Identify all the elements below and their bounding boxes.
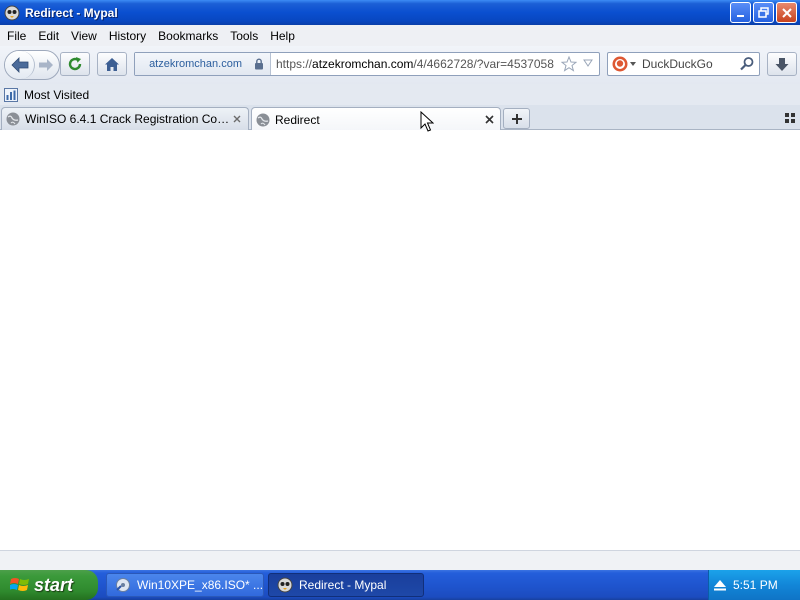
window-controls (730, 2, 797, 23)
minimize-icon (736, 14, 744, 17)
bookmark-star-icon[interactable] (561, 56, 577, 72)
mypal-app-icon (277, 577, 293, 593)
plus-icon (511, 113, 522, 124)
site-identity-button[interactable]: atzekromchan.com (135, 53, 271, 75)
restore-icon (758, 7, 769, 18)
windows-logo-icon (10, 578, 29, 591)
url-text[interactable]: https://atzekromchan.com/4/4662728/?var=… (276, 57, 554, 71)
close-icon (781, 7, 792, 18)
close-icon (233, 115, 241, 123)
restore-button[interactable] (753, 2, 774, 23)
chevron-down-icon (630, 62, 636, 66)
tab-winiso[interactable]: WinISO 6.4.1 Crack Registration Code Wit… (1, 107, 249, 130)
reload-icon (68, 57, 82, 71)
search-icon[interactable] (739, 56, 755, 72)
safely-remove-hardware-icon[interactable] (713, 579, 727, 591)
minimize-button[interactable] (730, 2, 751, 23)
identity-domain: atzekromchan.com (149, 58, 242, 70)
menu-bookmarks[interactable]: Bookmarks (152, 29, 224, 43)
duckduckgo-icon (612, 56, 628, 72)
system-clock[interactable]: 5:51 PM (733, 578, 778, 592)
forward-button[interactable] (37, 57, 55, 73)
iso-editor-icon (116, 578, 130, 592)
system-tray: 5:51 PM (708, 570, 800, 600)
tab-redirect[interactable]: Redirect (251, 107, 501, 131)
back-forward-group (4, 50, 60, 80)
taskbar-item-iso[interactable]: Win10XPE_x86.ISO* ... (106, 573, 264, 597)
window-titlebar[interactable]: Redirect - Mypal (0, 0, 800, 25)
start-label: start (34, 574, 74, 595)
close-window-button[interactable] (776, 2, 797, 23)
menu-tools[interactable]: Tools (224, 29, 264, 43)
bookmarks-toolbar: Most Visited (0, 84, 800, 105)
mouse-cursor-icon (420, 111, 434, 132)
menu-view[interactable]: View (65, 29, 103, 43)
url-scheme: https:// (276, 57, 313, 71)
new-tab-button[interactable] (503, 108, 530, 129)
download-arrow-icon (775, 57, 789, 71)
home-button[interactable] (97, 52, 127, 76)
tab-close-button[interactable] (231, 113, 243, 125)
search-bar[interactable]: DuckDuckGo (607, 52, 760, 76)
taskbar: start Win10XPE_x86.ISO* ... Redirect - M… (0, 570, 800, 600)
mypal-app-icon (4, 5, 20, 20)
url-host: atzekromchan.com (312, 57, 414, 71)
task-label: Redirect - Mypal (299, 578, 387, 592)
back-arrow-icon (10, 57, 28, 73)
tab-close-button[interactable] (483, 113, 495, 125)
task-label: Win10XPE_x86.ISO* ... (137, 578, 264, 592)
list-all-tabs-icon[interactable] (785, 113, 795, 123)
url-path: /4/4662728/?var=4537058 (413, 57, 554, 71)
most-visited-bookmark[interactable]: Most Visited (24, 88, 89, 102)
menu-file[interactable]: File (1, 29, 32, 43)
globe-icon (256, 113, 270, 126)
menu-edit[interactable]: Edit (32, 29, 65, 43)
home-icon (105, 57, 119, 71)
globe-icon (6, 112, 20, 126)
status-bar (0, 550, 800, 570)
menu-history[interactable]: History (103, 29, 152, 43)
downloads-button[interactable] (767, 52, 797, 76)
navigation-toolbar: atzekromchan.com https://atzekromchan.co… (0, 46, 800, 84)
lock-icon (255, 58, 263, 70)
search-input[interactable]: DuckDuckGo (642, 57, 713, 71)
forward-arrow-icon (39, 59, 53, 71)
back-button[interactable] (5, 51, 35, 79)
start-button[interactable]: start (0, 570, 98, 600)
reload-button[interactable] (60, 52, 90, 76)
tab-strip: WinISO 6.4.1 Crack Registration Code Wit… (0, 105, 800, 131)
menu-help[interactable]: Help (264, 29, 301, 43)
window-title: Redirect - Mypal (25, 5, 118, 20)
url-bar[interactable]: atzekromchan.com https://atzekromchan.co… (134, 52, 600, 76)
search-engine-button[interactable] (608, 53, 640, 75)
tab-label: WinISO 6.4.1 Crack Registration Code Wit… (25, 112, 231, 126)
taskbar-item-mypal[interactable]: Redirect - Mypal (268, 573, 424, 597)
page-content[interactable] (0, 130, 800, 550)
most-visited-icon (4, 87, 18, 102)
close-icon (484, 114, 494, 124)
tab-label: Redirect (275, 112, 320, 127)
url-history-dropdown-icon[interactable] (583, 59, 593, 67)
menu-bar: File Edit View History Bookmarks Tools H… (0, 25, 800, 46)
